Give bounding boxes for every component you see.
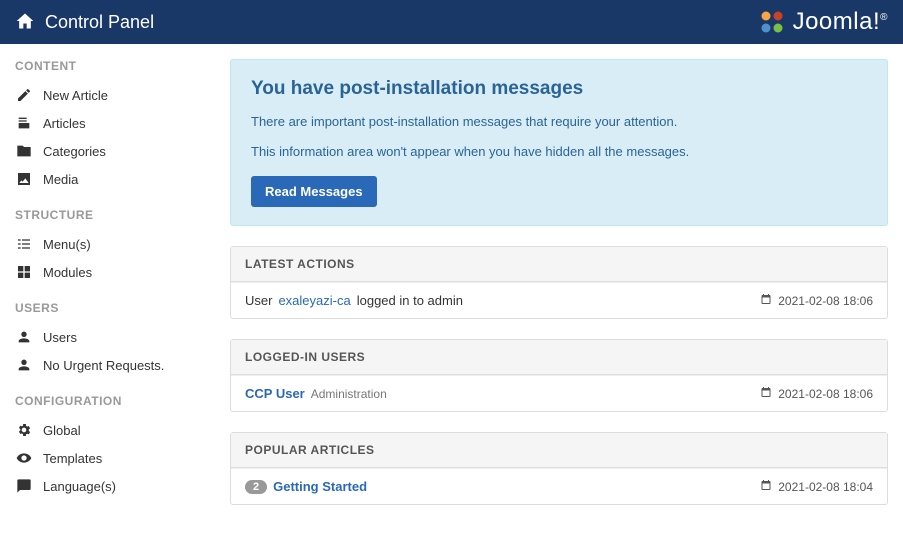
user-icon [15, 328, 33, 346]
nav-menus[interactable]: Menu(s) [15, 230, 210, 258]
sidebar-section-users: USERS [15, 301, 210, 315]
chat-icon [15, 477, 33, 495]
list-icon [15, 235, 33, 253]
sidebar-section-structure: STRUCTURE [15, 208, 210, 222]
nav-label: Language(s) [43, 479, 116, 494]
nav-label: Templates [43, 451, 102, 466]
topbar: Control Panel Joomla!® [0, 0, 903, 44]
sidebar-section-configuration: CONFIGURATION [15, 394, 210, 408]
nav-label: Global [43, 423, 81, 438]
nav-global[interactable]: Global [15, 416, 210, 444]
nav-label: Menu(s) [43, 237, 91, 252]
nav-label: New Article [43, 88, 108, 103]
popular-article-row: 2 Getting Started 2021-02-08 18:04 [231, 468, 887, 504]
brand-logo[interactable]: Joomla!® [757, 7, 888, 37]
alert-title: You have post-installation messages [251, 78, 867, 100]
timestamp: 2021-02-08 18:04 [778, 480, 873, 494]
alert-text-1: There are important post-installation me… [251, 112, 867, 132]
article-link[interactable]: Getting Started [273, 479, 367, 494]
home-icon[interactable] [15, 11, 35, 34]
content-area: You have post-installation messages Ther… [220, 44, 903, 540]
image-icon [15, 170, 33, 188]
timestamp: 2021-02-08 18:06 [778, 387, 873, 401]
sidebar: CONTENT New Article Articles Categories … [0, 44, 220, 540]
logged-in-user-link[interactable]: CCP User [245, 386, 305, 401]
post-install-alert: You have post-installation messages Ther… [230, 59, 888, 226]
nav-categories[interactable]: Categories [15, 137, 210, 165]
nav-articles[interactable]: Articles [15, 109, 210, 137]
sidebar-section-content: CONTENT [15, 59, 210, 73]
panel-latest-actions: LATEST ACTIONS User exaleyazi-ca logged … [230, 246, 888, 319]
nav-media[interactable]: Media [15, 165, 210, 193]
folder-icon [15, 142, 33, 160]
read-messages-button[interactable]: Read Messages [251, 176, 377, 207]
alert-text-2: This information area won't appear when … [251, 142, 867, 162]
eye-icon [15, 449, 33, 467]
gear-icon [15, 421, 33, 439]
nav-label: Users [43, 330, 77, 345]
panel-logged-in-users: LOGGED-IN USERS CCP User Administration … [230, 339, 888, 412]
action-text-prefix: User [245, 293, 272, 308]
nav-label: Articles [43, 116, 86, 131]
nav-modules[interactable]: Modules [15, 258, 210, 286]
panel-header: POPULAR ARTICLES [231, 433, 887, 468]
page-title: Control Panel [45, 12, 154, 33]
nav-urgent-requests[interactable]: No Urgent Requests. [15, 351, 210, 379]
latest-action-row: User exaleyazi-ca logged in to admin 202… [231, 282, 887, 318]
logged-in-row: CCP User Administration 2021-02-08 18:06 [231, 375, 887, 411]
nav-users[interactable]: Users [15, 323, 210, 351]
panel-header: LOGGED-IN USERS [231, 340, 887, 375]
brand-text: Joomla!® [793, 8, 888, 36]
timestamp: 2021-02-08 18:06 [778, 294, 873, 308]
nav-label: Media [43, 172, 78, 187]
nav-label: Categories [43, 144, 106, 159]
nav-languages[interactable]: Language(s) [15, 472, 210, 500]
joomla-icon [757, 7, 787, 37]
hit-count-badge: 2 [245, 480, 267, 494]
nav-templates[interactable]: Templates [15, 444, 210, 472]
panel-popular-articles: POPULAR ARTICLES 2 Getting Started 2021-… [230, 432, 888, 505]
nav-new-article[interactable]: New Article [15, 81, 210, 109]
user-icon [15, 356, 33, 374]
logged-in-area: Administration [311, 387, 387, 401]
panel-header: LATEST ACTIONS [231, 247, 887, 282]
calendar-icon [760, 479, 772, 494]
nav-label: Modules [43, 265, 92, 280]
grid-icon [15, 263, 33, 281]
pencil-icon [15, 86, 33, 104]
action-user-link[interactable]: exaleyazi-ca [278, 293, 350, 308]
calendar-icon [760, 386, 772, 401]
action-text-suffix: logged in to admin [357, 293, 463, 308]
nav-label: No Urgent Requests. [43, 358, 164, 373]
calendar-icon [760, 293, 772, 308]
stack-icon [15, 114, 33, 132]
